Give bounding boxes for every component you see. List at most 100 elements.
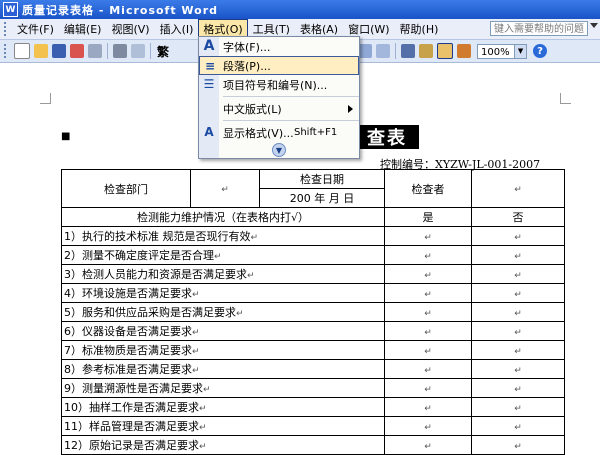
show-hide-icon[interactable] (457, 44, 472, 58)
inspector-value-cell[interactable]: ↵ (471, 169, 565, 208)
section-title-cell[interactable]: 检测能力维护情况（在表格内打√） (61, 207, 385, 227)
expand-chevron-icon[interactable]: ▼ (272, 143, 286, 157)
check-item-cell[interactable]: 10）抽样工作是否满足要求↵ (61, 397, 385, 417)
yes-check-cell[interactable]: ↵ (384, 321, 472, 341)
yes-check-cell[interactable]: ↵ (384, 226, 472, 246)
zoom-dropdown-arrow-icon[interactable]: ▼ (515, 43, 528, 59)
help-icon[interactable]: ? (533, 44, 548, 58)
menu-item-reveal-formatting[interactable]: A 显示格式(V)... Shift+F1 (199, 123, 359, 142)
date-value-cell[interactable]: 200 年 月 日 (259, 188, 385, 208)
print-icon[interactable] (113, 44, 127, 58)
paragraph-mark: ↵ (247, 271, 255, 281)
yes-check-cell[interactable]: ↵ (384, 397, 472, 417)
no-check-cell[interactable]: ↵ (471, 302, 565, 322)
yes-check-cell[interactable]: ↵ (384, 302, 472, 322)
paragraph-mark: ↵ (514, 384, 522, 395)
paragraph-mark: ↵ (424, 270, 432, 281)
check-item-cell[interactable]: 12）原始记录是否满足要求↵ (61, 435, 385, 455)
yes-check-cell[interactable]: ↵ (384, 283, 472, 303)
paragraph-mark: ↵ (199, 423, 207, 433)
menu-item-label: 段落(P)... (223, 59, 271, 73)
date-label-cell[interactable]: 检查日期 (259, 169, 385, 189)
menu-item-chinese-layout[interactable]: 中文版式(L) (199, 99, 359, 118)
check-item-cell[interactable]: 1）执行的技术标准 规范是否现行有效↵ (61, 226, 385, 246)
check-item-cell[interactable]: 9）测量溯源性是否满足要求↵ (61, 378, 385, 398)
help-dropdown-arrow-icon[interactable] (590, 23, 598, 28)
toolbar-separator (150, 43, 151, 59)
document-map-icon[interactable] (437, 43, 454, 59)
menu-item-font[interactable]: A 字体(F)... (199, 37, 359, 56)
no-check-cell[interactable]: ↵ (471, 321, 565, 341)
check-item-cell[interactable]: 7）标准物质是否满足要求↵ (61, 340, 385, 360)
no-check-cell[interactable]: ↵ (471, 245, 565, 265)
new-document-icon[interactable] (14, 43, 30, 59)
menu-item-bullets-numbering[interactable]: ☰ 项目符号和编号(N)... (199, 75, 359, 94)
check-item-cell[interactable]: 3）检测人员能力和资源是否满足要求↵ (61, 264, 385, 284)
help-question-input[interactable]: 键入需要帮助的问题 (490, 21, 588, 36)
paragraph-mark: ↵ (514, 327, 522, 338)
document-heading-selected[interactable]: 查表 (355, 125, 419, 149)
word-app-icon[interactable]: W (3, 2, 18, 17)
drawing-icon[interactable] (419, 44, 434, 58)
paragraph-icon: ≡ (204, 59, 216, 73)
paragraph-mark: ↵ (250, 233, 259, 243)
paragraph-mark: ↵ (424, 422, 432, 433)
yes-header-cell[interactable]: 是 (384, 207, 472, 227)
paragraph-mark: ↵ (424, 346, 432, 357)
menu-help[interactable]: 帮助(H) (395, 19, 444, 39)
table-row: 4）环境设施是否满足要求↵ ↵ ↵ (61, 283, 565, 303)
check-item-label: 2）测量不确定度评定是否合理 (64, 249, 214, 262)
no-header-cell[interactable]: 否 (471, 207, 565, 227)
check-item-cell[interactable]: 11）样品管理是否满足要求↵ (61, 416, 385, 436)
no-check-cell[interactable]: ↵ (471, 226, 565, 246)
menu-edit[interactable]: 编辑(E) (59, 19, 107, 39)
email-icon[interactable] (88, 44, 102, 58)
table-row: 2）测量不确定度评定是否合理↵ ↵ ↵ (61, 245, 565, 265)
section-title: 检测能力维护情况（在表格内打√） (136, 211, 309, 224)
no-check-cell[interactable]: ↵ (471, 416, 565, 436)
menu-item-shortcut: Shift+F1 (294, 127, 338, 138)
open-folder-icon[interactable] (34, 44, 48, 58)
inspector-label-cell[interactable]: 检查者 (384, 169, 472, 208)
no-check-cell[interactable]: ↵ (471, 283, 565, 303)
insert-table-icon[interactable] (358, 44, 373, 58)
no-check-cell[interactable]: ↵ (471, 359, 565, 379)
toolbar-grip-handle[interactable] (4, 44, 9, 58)
print-preview-icon[interactable] (131, 44, 145, 58)
check-item-cell[interactable]: 5）服务和供应品采购是否满足要求↵ (61, 302, 385, 322)
no-check-cell[interactable]: ↵ (471, 435, 565, 455)
zoom-select[interactable]: 100% (477, 43, 516, 59)
menubar-grip-handle[interactable] (4, 22, 9, 36)
menu-expand-row[interactable]: ▼ (199, 142, 359, 158)
yes-check-cell[interactable]: ↵ (384, 245, 472, 265)
yes-check-cell[interactable]: ↵ (384, 264, 472, 284)
menu-view[interactable]: 视图(V) (106, 19, 154, 39)
no-check-cell[interactable]: ↵ (471, 264, 565, 284)
menu-item-label: 显示格式(V)... (223, 126, 294, 140)
no-check-cell[interactable]: ↵ (471, 340, 565, 360)
yes-check-cell[interactable]: ↵ (384, 359, 472, 379)
menu-item-paragraph[interactable]: ≡ 段落(P)... (199, 56, 359, 75)
insert-excel-icon[interactable] (376, 44, 391, 58)
paragraph-mark: ↵ (192, 347, 200, 357)
department-value-cell[interactable]: ↵ (190, 169, 260, 208)
check-item-cell[interactable]: 8）参考标准是否满足要求↵ (61, 359, 385, 379)
check-item-cell[interactable]: 2）测量不确定度评定是否合理↵ (61, 245, 385, 265)
no-check-cell[interactable]: ↵ (471, 378, 565, 398)
yes-check-cell[interactable]: ↵ (384, 340, 472, 360)
toolbar-separator (395, 43, 397, 59)
paragraph-mark: ↵ (192, 366, 200, 376)
check-item-cell[interactable]: 4）环境设施是否满足要求↵ (61, 283, 385, 303)
check-item-cell[interactable]: 6）仪器设备是否满足要求↵ (61, 321, 385, 341)
yes-check-cell[interactable]: ↵ (384, 416, 472, 436)
no-check-cell[interactable]: ↵ (471, 397, 565, 417)
columns-icon[interactable] (401, 44, 416, 58)
yes-check-cell[interactable]: ↵ (384, 378, 472, 398)
traditional-chinese-button[interactable]: 繁 (157, 43, 169, 60)
menu-insert[interactable]: 插入(I) (155, 19, 199, 39)
menu-file[interactable]: 文件(F) (12, 19, 59, 39)
save-icon[interactable] (52, 44, 66, 58)
yes-check-cell[interactable]: ↵ (384, 435, 472, 455)
permission-icon[interactable] (70, 44, 84, 58)
department-label-cell[interactable]: 检查部门 (61, 169, 191, 208)
